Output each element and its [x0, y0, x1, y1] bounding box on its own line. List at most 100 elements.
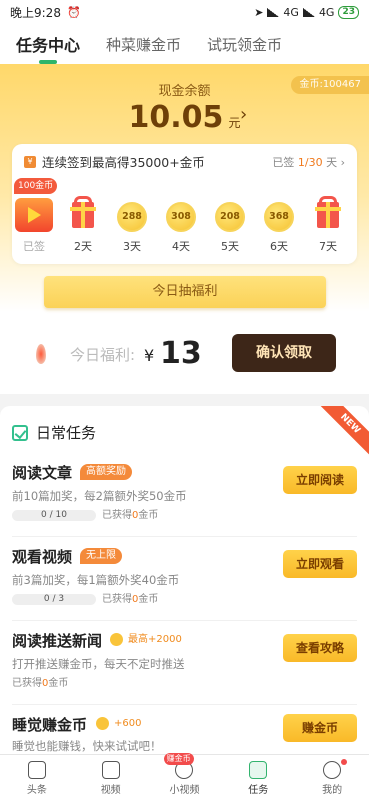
- gift-icon: [70, 202, 96, 228]
- treasure-box-icon: [15, 198, 53, 232]
- signin-status-suffix: 天 ›: [326, 156, 345, 169]
- task-progress: 0 / 3: [12, 594, 96, 605]
- task-tag: +600: [96, 716, 147, 732]
- divider: [12, 620, 357, 621]
- divider: [12, 704, 357, 705]
- task-progress: 0 / 10: [12, 510, 96, 521]
- confirm-claim-button[interactable]: 确认领取: [232, 334, 336, 372]
- nav-label: 我的: [322, 785, 343, 796]
- nav-item-video[interactable]: 视频: [74, 755, 148, 800]
- video-icon: [101, 761, 120, 779]
- coin-icon: 308: [166, 202, 196, 232]
- day-label: 2天: [74, 240, 92, 253]
- nav-badge: 赚金币: [163, 753, 194, 765]
- task-item-read-article: 阅读文章 高额奖励 前10篇加奖，每2篇额外奖50金币 0 / 10 已获得0金…: [12, 462, 357, 526]
- notification-dot: [340, 759, 347, 765]
- welfare-row: 今日福利: ¥ 13 确认领取: [0, 334, 369, 378]
- nav-item-tasks[interactable]: 任务: [221, 755, 295, 800]
- task-desc: 前3篇加奖，每1篇额外奖40金币: [12, 573, 180, 587]
- tab-task-center[interactable]: 任务中心: [16, 32, 80, 64]
- welfare-currency: ¥: [144, 346, 155, 365]
- day-label: 3天: [123, 240, 141, 253]
- status-bar: 晚上9:28 ⏰ ➤ 4G 4G 23: [0, 0, 369, 24]
- day-label: 5天: [221, 240, 239, 253]
- bottom-nav: 头条 视频 赚金币 小视频 任务 我的: [0, 753, 369, 800]
- signin-status-prefix: 已签: [272, 156, 295, 169]
- signin-status[interactable]: 已签 1/30 天 ›: [272, 154, 345, 170]
- nav-item-short-video[interactable]: 赚金币 小视频: [148, 753, 222, 800]
- nav-label: 头条: [26, 785, 47, 796]
- yen-icon: ¥: [24, 155, 36, 168]
- task-earned: 已获得0金币: [12, 678, 69, 689]
- nav-item-profile[interactable]: 我的: [295, 755, 369, 800]
- day-label: 7天: [319, 240, 337, 253]
- task-item-watch-video: 观看视频 无上限 前3篇加奖，每1篇额外奖40金币 0 / 3 已获得0金币 立…: [12, 546, 357, 610]
- location-icon: ➤: [254, 5, 264, 19]
- task-desc: 打开推送赚金币，每天不定时推送: [12, 657, 185, 671]
- task-tag: 最高+2000: [110, 632, 188, 648]
- daily-tasks-panel: NEW 日常任务 阅读文章 高额奖励 前10篇加奖，每2篇额外奖50金币 0 /…: [0, 406, 369, 754]
- daily-tasks-header: 日常任务: [12, 422, 96, 443]
- signin-title-row: ¥ 连续签到最高得35000+金币: [24, 152, 205, 171]
- cash-label: 现金余额: [158, 84, 211, 99]
- task-name: 阅读文章: [12, 464, 73, 482]
- task-earned: 已获得0金币: [102, 594, 159, 605]
- profile-icon: [323, 761, 342, 779]
- welfare-value: 13: [160, 336, 202, 371]
- daily-lottery-button[interactable]: 今日抽福利: [44, 276, 326, 308]
- nav-label: 小视频: [169, 785, 200, 796]
- signin-title: 连续签到最高得35000+金币: [42, 155, 205, 170]
- task-desc: 睡觉也能赚钱，快来试试吧！: [12, 739, 162, 753]
- gift-icon: [315, 202, 341, 228]
- task-earned: 已获得0金币: [102, 510, 159, 521]
- nav-label: 任务: [248, 785, 269, 796]
- coin-icon: 368: [264, 202, 294, 232]
- task-name: 阅读推送新闻: [12, 632, 103, 650]
- alarm-icon: ⏰: [66, 5, 81, 19]
- tab-grow-vegetables[interactable]: 种菜赚金币: [106, 34, 181, 55]
- read-now-button[interactable]: 立即阅读: [283, 466, 357, 494]
- hero-panel: 金币:100467 现金余额 10.05 元 › ¥ 连续签到最高得35000+…: [0, 64, 369, 394]
- chevron-right-icon[interactable]: ›: [240, 104, 247, 125]
- signal-icon: [267, 7, 280, 17]
- status-indicators: ➤ 4G 4G 23: [254, 5, 359, 19]
- cash-unit: 元: [228, 116, 241, 130]
- task-tag: 高额奖励: [80, 464, 132, 480]
- earn-coins-button[interactable]: 赚金币: [283, 714, 357, 742]
- checkbox-icon: [12, 424, 28, 441]
- reward-badge: 100金币: [14, 178, 58, 194]
- signin-card: ¥ 连续签到最高得35000+金币 已签 1/30 天 › 100金币 已签 2…: [12, 144, 357, 264]
- welfare-label: 今日福利:: [70, 346, 136, 364]
- firecracker-icon: [36, 344, 46, 364]
- cash-value: 10.05: [128, 100, 224, 135]
- battery-icon: 23: [338, 5, 359, 19]
- signin-status-count: 1/30: [297, 156, 323, 169]
- status-time: 晚上9:28: [10, 5, 61, 20]
- top-tabs: 任务中心 种菜赚金币 试玩领金币: [0, 24, 369, 64]
- nav-item-headlines[interactable]: 头条: [0, 755, 74, 800]
- task-desc: 前10篇加奖，每2篇额外奖50金币: [12, 489, 187, 503]
- network-label: 4G: [283, 5, 299, 19]
- tab-trial-play[interactable]: 试玩领金币: [207, 34, 282, 55]
- coin-icon: 288: [117, 202, 147, 232]
- day-label: 6天: [270, 240, 288, 253]
- daily-tasks-title: 日常任务: [36, 424, 97, 442]
- task-tag: 无上限: [80, 548, 122, 564]
- news-icon: [27, 761, 46, 779]
- task-name: 睡觉赚金币: [12, 716, 88, 734]
- divider: [12, 536, 357, 537]
- nav-label: 视频: [100, 785, 121, 796]
- task-item-push-news: 阅读推送新闻 最高+2000 打开推送赚金币，每天不定时推送 已获得0金币 查看…: [12, 630, 357, 694]
- watch-now-button[interactable]: 立即观看: [283, 550, 357, 578]
- signal-icon-2: [302, 7, 315, 17]
- network-label-2: 4G: [318, 5, 335, 19]
- view-guide-button[interactable]: 查看攻略: [283, 634, 357, 662]
- day-label: 4天: [172, 240, 190, 253]
- day-label: 已签: [23, 240, 45, 253]
- task-name: 观看视频: [12, 548, 73, 566]
- cash-balance[interactable]: 10.05 元: [0, 100, 369, 135]
- new-ribbon: NEW: [312, 406, 369, 462]
- signin-days: 100金币 已签 2天 288 3天 308 4天 208 5天 368 6天 …: [12, 178, 357, 262]
- task-icon: [249, 761, 268, 779]
- task-item-sleep: 睡觉赚金币 +600 睡觉也能赚钱，快来试试吧！ 赚金币: [12, 714, 357, 754]
